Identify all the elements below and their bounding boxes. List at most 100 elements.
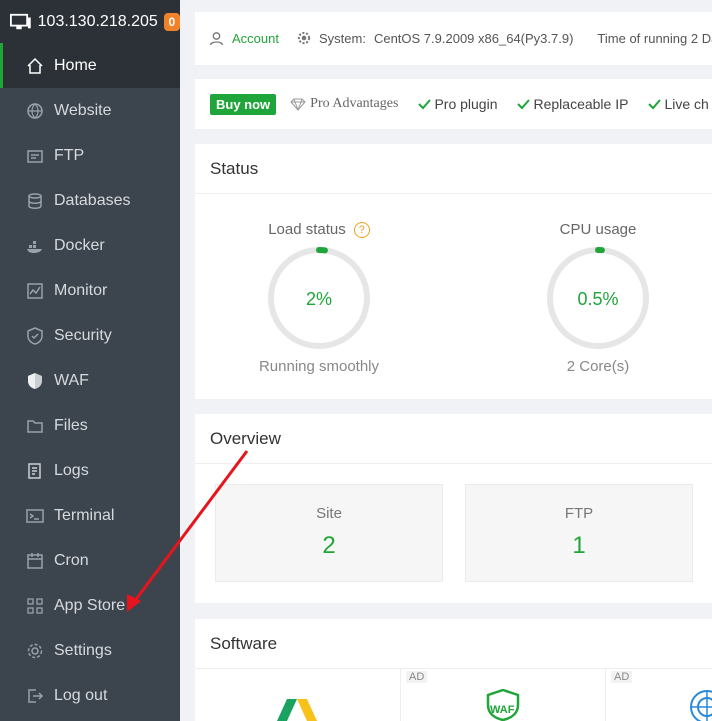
sidebar-item-label: Security [54,326,112,344]
ad-badge: AD [611,671,633,683]
cpu-title: CPU usage [559,221,637,238]
sidebar-item-website[interactable]: Website [0,88,180,133]
folder-icon [26,417,44,435]
feature-replaceable-ip: Replaceable IP [517,96,628,112]
pro-bar: Buy now Pro Advantages Pro plugin Replac… [195,79,712,129]
software-tile-waf[interactable]: AD WAF [400,669,606,721]
top-info-bar: Account System: CentOS 7.9.2009 x86_64(P… [195,12,712,65]
sidebar-item-label: Docker [54,236,105,254]
gear-icon [26,642,44,660]
sidebar-item-terminal[interactable]: Terminal [0,493,180,538]
shield-icon [26,326,44,345]
sidebar-item-waf[interactable]: WAF [0,358,180,403]
user-icon [209,31,224,46]
diamond-icon [290,98,306,111]
overview-site-card[interactable]: Site 2 [215,484,443,582]
cpu-subtitle: 2 Core(s) [566,358,630,375]
overview-ftp-card[interactable]: FTP 1 [465,484,693,582]
ftp-label: FTP [564,505,594,522]
sidebar-item-files[interactable]: Files [0,403,180,448]
server-header[interactable]: 103.130.218.205 0 [0,0,180,43]
sidebar-item-label: Home [54,56,97,74]
calendar-icon [26,552,44,570]
check-icon [418,98,432,109]
sidebar-item-label: Logs [54,461,89,479]
apps-grid-icon [26,597,44,615]
load-value: 2% [306,289,332,309]
sidebar-item-security[interactable]: Security [0,313,180,358]
pro-advantages-link[interactable]: Pro Advantages [290,96,398,112]
system-value: CentOS 7.9.2009 x86_64(Py3.7.9) [373,31,574,46]
account-link[interactable]: Account [232,31,279,46]
load-gauge[interactable]: Load status? 2% Running smoothly [234,221,404,375]
sidebar-item-ftp[interactable]: FTP [0,133,180,178]
sidebar-item-label: Monitor [54,281,108,299]
sidebar-item-monitor[interactable]: Monitor [0,268,180,313]
sidebar-item-settings[interactable]: Settings [0,628,180,673]
main-content: Account System: CentOS 7.9.2009 x86_64(P… [180,0,712,721]
server-ip: 103.130.218.205 [37,12,158,30]
logout-icon [26,687,44,705]
feature-label: Replaceable IP [533,96,629,112]
site-label: Site [316,505,342,522]
sidebar-item-label: Cron [54,551,89,569]
pro-advantages-label: Pro Advantages [310,96,399,111]
load-title: Load status [268,221,346,238]
overview-title: Overview [195,414,712,464]
notification-badge[interactable]: 0 [163,12,180,31]
sidebar-item-label: WAF [54,371,89,389]
home-icon [26,57,44,75]
gear-icon [297,31,311,46]
sidebar-item-cron[interactable]: Cron [0,538,180,583]
docker-icon [26,237,44,255]
feature-live-chat: Live ch [648,96,709,112]
terminal-icon [26,507,44,525]
sidebar-item-logs[interactable]: Logs [0,448,180,493]
database-icon [26,192,44,210]
feature-label: Pro plugin [434,96,498,112]
cpu-gauge[interactable]: CPU usage 0.5% 2 Core(s) [513,221,683,375]
software-title: Software [195,619,712,669]
ftp-icon [26,147,44,165]
feature-pro-plugin: Pro plugin [418,96,497,112]
software-tile-3[interactable]: AD [605,669,712,721]
sidebar-item-logout[interactable]: Log out [0,673,180,718]
waf-label: WAF [490,704,515,716]
sidebar-item-label: App Store [54,596,126,614]
sidebar-item-label: Website [54,101,112,119]
sidebar-item-databases[interactable]: Databases [0,178,180,223]
check-icon [648,98,662,109]
sidebar-item-label: FTP [54,146,85,164]
drive-logo-icon [277,699,317,721]
ad-badge: AD [406,671,428,683]
chart-icon [26,282,44,300]
sidebar: 103.130.218.205 0 Home Website FTP Datab… [0,0,180,721]
waf-shield-icon [26,372,44,390]
buy-now-button[interactable]: Buy now [210,93,277,115]
sidebar-item-label: Files [54,416,88,434]
system-label: System: [318,31,366,46]
sidebar-item-label: Databases [54,191,131,209]
sidebar-item-label: Settings [54,641,112,659]
overview-panel: Overview Site 2 FTP 1 [195,414,712,603]
sidebar-item-home[interactable]: Home [0,43,180,88]
site-count[interactable]: 2 [216,532,442,560]
check-icon [517,98,531,109]
sidebar-item-app-store[interactable]: App Store [0,583,180,628]
software-tile[interactable] [195,669,401,721]
sidebar-item-label: Terminal [54,506,115,524]
software-panel: Software AD WAF AD [195,619,712,721]
ftp-count[interactable]: 1 [466,532,692,560]
radar-icon [690,690,712,721]
cpu-ring: 0.5% [547,247,649,349]
globe-icon [26,102,44,120]
cpu-value: 0.5% [577,289,618,309]
status-panel: Status Load status? 2% Running smoothly … [195,144,712,399]
help-icon[interactable]: ? [353,221,370,238]
status-title: Status [195,144,712,194]
uptime-text: Time of running 2 Day [597,31,712,46]
load-ring: 2% [268,247,370,349]
monitor-icon [10,13,31,29]
sidebar-item-docker[interactable]: Docker [0,223,180,268]
sidebar-nav: Home Website FTP Databases Docker Monito… [0,43,180,718]
